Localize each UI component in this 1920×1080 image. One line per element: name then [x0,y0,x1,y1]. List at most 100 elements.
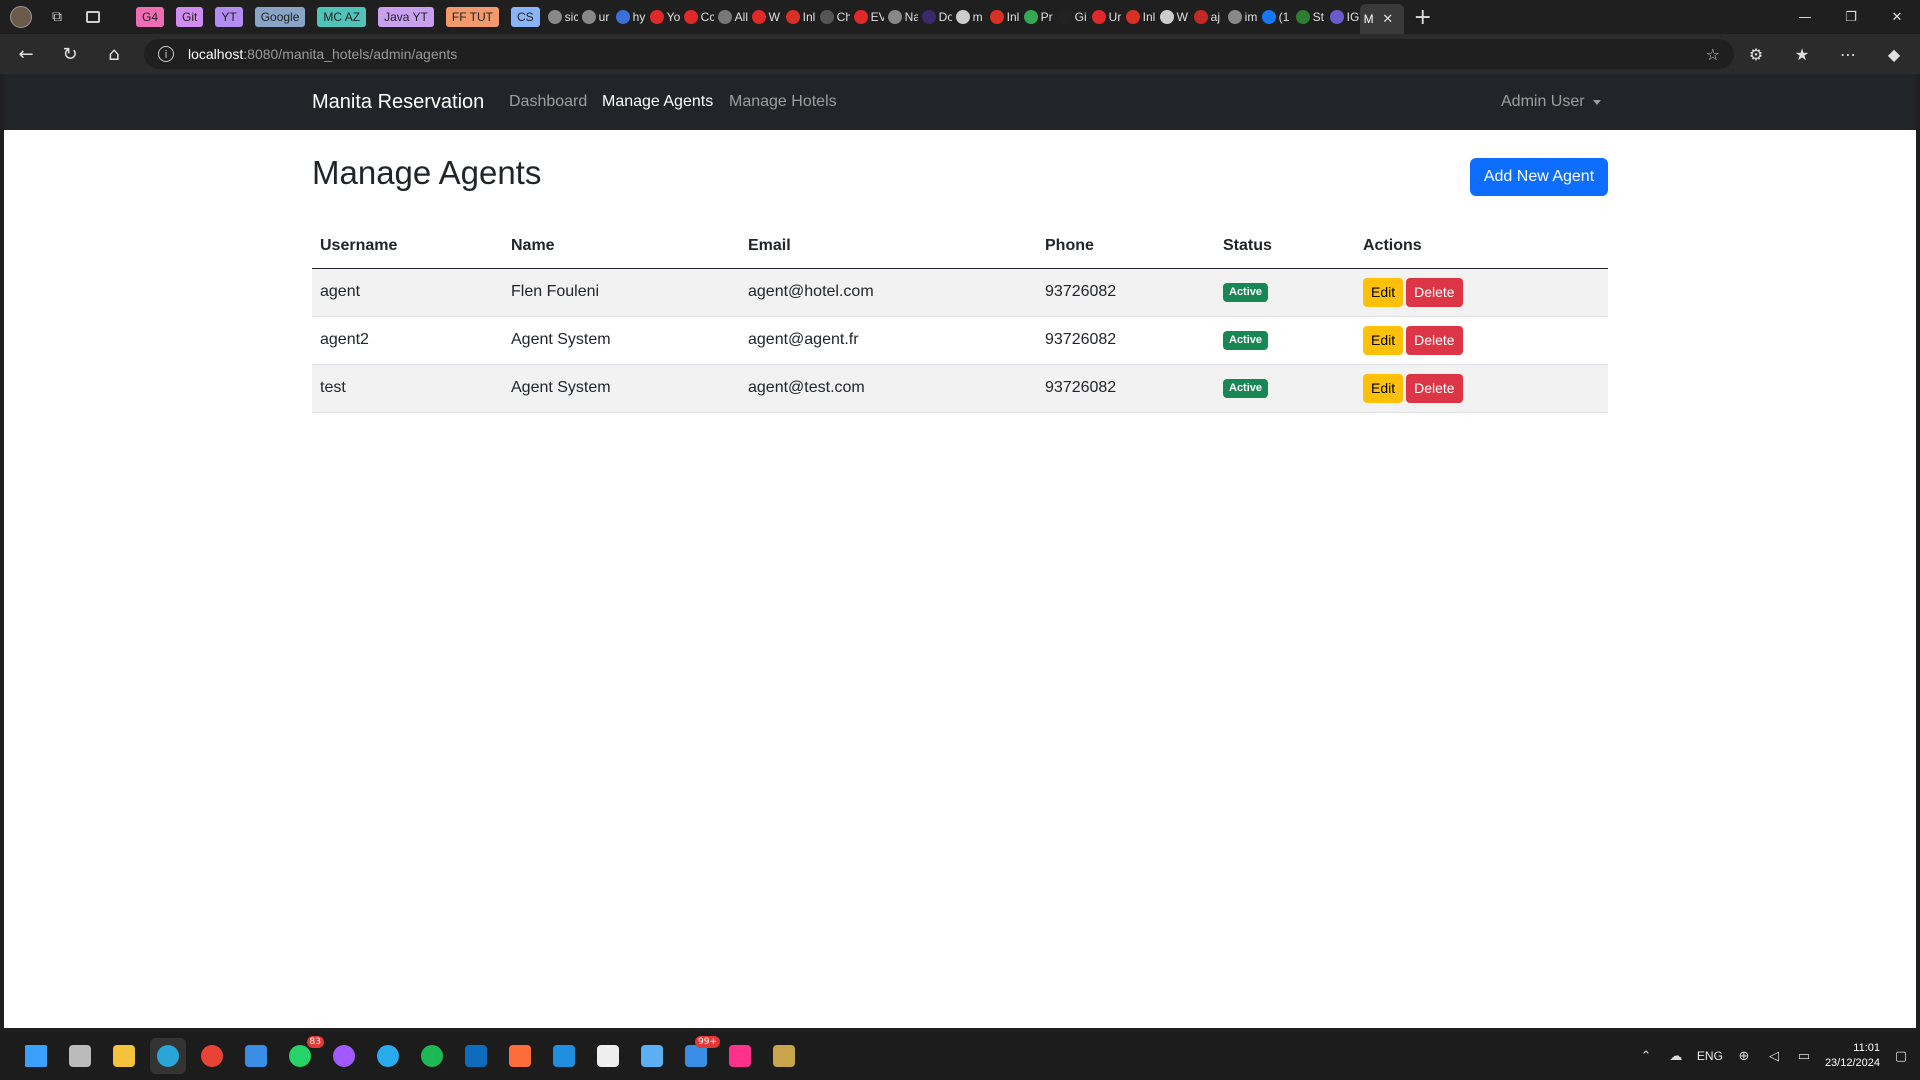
tab-title: Gi [1074,10,1087,24]
back-icon[interactable]: ← [8,36,44,72]
browser-tab[interactable]: W [748,3,782,31]
browser-tab[interactable]: All [714,3,748,31]
pinned-tab-group[interactable]: Java YT [378,7,434,27]
intellij-glyph [729,1045,751,1067]
tab-favicon-icon [751,10,766,24]
delete-button[interactable]: Delete [1406,373,1463,403]
notifications-icon[interactable]: ▢ [1892,1047,1910,1065]
taskbar-telegram-icon[interactable] [370,1038,406,1074]
volume-icon[interactable]: ◁ [1765,1047,1783,1065]
nav-link-manage-hotels[interactable]: Manage Hotels [729,93,837,111]
taskbar-notion-icon[interactable] [590,1038,626,1074]
delete-button[interactable]: Delete [1406,325,1463,355]
copilot-icon[interactable]: ◆ [1876,36,1912,72]
tray-overflow-icon[interactable]: ⌃ [1637,1047,1655,1065]
reload-icon[interactable]: ↻ [52,36,88,72]
pinned-tab-group[interactable]: Git [176,7,204,27]
taskbar-spotify-icon[interactable] [414,1038,450,1074]
browser-tab[interactable]: (1 [1258,3,1292,31]
pinned-tab-group[interactable]: CS [511,7,540,27]
minimize-icon[interactable]: — [1782,0,1828,34]
language-indicator[interactable]: ENG [1697,1049,1723,1063]
browser-tab[interactable]: Inl [1122,3,1156,31]
clock[interactable]: 11:01 23/12/2024 [1825,1041,1880,1071]
taskbar-whatsapp-icon[interactable]: 83 [282,1036,324,1074]
edit-button[interactable]: Edit [1363,277,1404,307]
onedrive-icon[interactable]: ☁ [1667,1047,1685,1065]
taskbar-league-icon[interactable] [766,1038,802,1074]
browser-tab[interactable]: Pr [1020,3,1054,31]
browser-tab[interactable]: IG [1326,3,1360,31]
taskbar-file-explorer-icon[interactable] [106,1038,142,1074]
tab-title: im [1244,10,1258,24]
close-window-icon[interactable]: ✕ [1874,0,1920,34]
taskbar-chrome-icon[interactable] [194,1038,230,1074]
taskbar-edge-icon[interactable] [150,1038,186,1074]
profile-avatar-icon[interactable] [10,6,32,28]
cell-name: Flen Fouleni [503,268,740,317]
taskbar-mail-icon[interactable]: 99+ [678,1036,720,1074]
browser-tab[interactable]: Yo [646,3,680,31]
browser-tab[interactable]: m [952,3,986,31]
pinned-tab-group[interactable]: G4 [136,7,165,27]
favorites-icon[interactable]: ★ [1784,36,1820,72]
network-icon[interactable]: ⊕ [1735,1047,1753,1065]
address-bar[interactable]: i localhost:8080/manita_hotels/admin/age… [144,39,1734,69]
extensions-icon[interactable]: ⚙ [1738,36,1774,72]
browser-tab[interactable]: aj [1190,3,1224,31]
close-icon[interactable]: ✕ [1377,8,1399,30]
favorite-star-icon[interactable]: ☆ [1706,45,1720,64]
workspaces-icon[interactable]: ⧉ [46,6,68,28]
more-menu-icon[interactable]: ⋯ [1830,36,1866,72]
pinned-tab-group[interactable]: YT [215,7,243,27]
browser-tab[interactable]: Inl [782,3,816,31]
nav-link-dashboard[interactable]: Dashboard [509,93,587,111]
user-dropdown[interactable]: Admin User [1501,93,1601,111]
home-icon[interactable]: ⌂ [96,36,132,72]
edit-button[interactable]: Edit [1363,373,1404,403]
tab-title: W [768,10,780,24]
notification-count-badge: 83 [306,1036,324,1048]
taskbar-notepad-icon[interactable] [634,1038,670,1074]
add-new-agent-button[interactable]: Add New Agent [1470,158,1608,196]
taskbar-start-icon[interactable] [18,1038,54,1074]
browser-tab[interactable]: St [1292,3,1326,31]
browser-tab[interactable]: Ur [1088,3,1122,31]
browser-tab[interactable]: sic [544,3,578,31]
delete-button[interactable]: Delete [1406,277,1463,307]
taskbar-task-view-icon[interactable] [62,1038,98,1074]
pinned-tab-group[interactable]: Google [254,7,306,27]
browser-tab[interactable]: Ch [816,3,850,31]
taskbar-trello-icon[interactable] [546,1038,582,1074]
pinned-tab-group[interactable]: FF TUT [445,7,499,27]
taskbar-intellij-icon[interactable] [722,1038,758,1074]
edit-button[interactable]: Edit [1363,325,1404,355]
pinned-tab-group[interactable]: MC AZ [317,7,367,27]
browser-tab[interactable]: Cc [680,3,714,31]
tab-favicon-icon [683,10,698,24]
browser-tab[interactable]: Gi [1054,3,1088,31]
cell-email: agent@agent.fr [740,316,1037,365]
browser-tab[interactable]: hy [612,3,646,31]
browser-tab[interactable]: ur [578,3,612,31]
browser-tab[interactable]: Na [884,3,918,31]
new-tab-icon[interactable]: + [1408,2,1438,32]
active-browser-tab[interactable]: M ✕ [1359,4,1404,34]
taskbar-outlook-icon[interactable] [458,1038,494,1074]
site-info-icon[interactable]: i [158,46,174,62]
browser-tab[interactable]: Inl [986,3,1020,31]
agents-table: Username Name Email Phone Status Actions… [312,224,1608,413]
browser-tab[interactable]: W [1156,3,1190,31]
chrome-glyph [201,1045,223,1067]
restore-icon[interactable]: ❐ [1828,0,1874,34]
browser-tab[interactable]: EV [850,3,884,31]
battery-icon[interactable]: ▭ [1795,1047,1813,1065]
browser-tab[interactable]: Do [918,3,952,31]
taskbar-messenger-icon[interactable] [326,1038,362,1074]
taskbar-paint-icon[interactable] [502,1038,538,1074]
browser-tab[interactable]: im [1224,3,1258,31]
nav-link-manage-agents[interactable]: Manage Agents [602,93,713,111]
brand-link[interactable]: Manita Reservation [312,91,484,114]
taskbar-store-icon[interactable] [238,1038,274,1074]
tab-actions-icon[interactable] [82,6,104,28]
